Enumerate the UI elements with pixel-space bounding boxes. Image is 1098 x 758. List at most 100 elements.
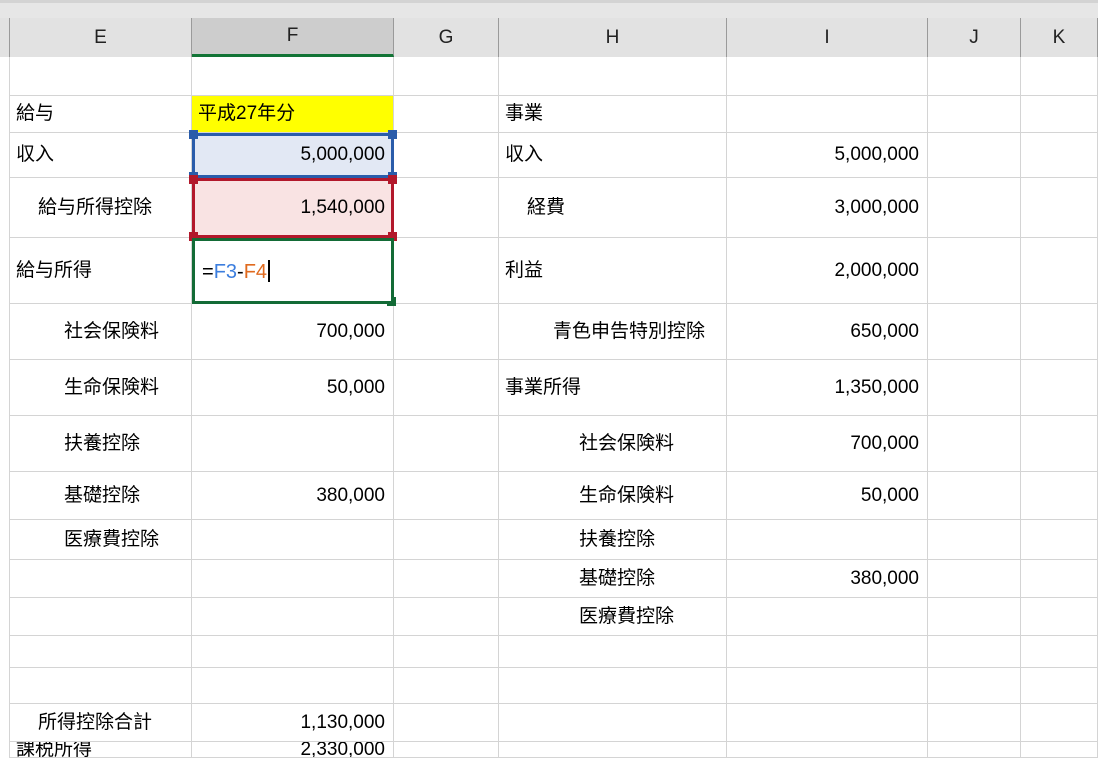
- cell-E2[interactable]: 給与: [10, 96, 192, 133]
- cell-F6[interactable]: 700,000: [192, 304, 394, 360]
- cell-I3[interactable]: 5,000,000: [727, 133, 928, 178]
- cell-J13[interactable]: [928, 636, 1021, 668]
- cell-K7[interactable]: [1021, 360, 1098, 416]
- cell-I2[interactable]: [727, 96, 928, 133]
- cell-I15[interactable]: [727, 704, 928, 742]
- cell-F10[interactable]: [192, 520, 394, 560]
- cell-E9[interactable]: 基礎控除: [10, 472, 192, 520]
- cell-K5[interactable]: [1021, 238, 1098, 304]
- cell-I16[interactable]: [727, 742, 928, 758]
- cell-H13[interactable]: [499, 636, 727, 668]
- cell-F2[interactable]: 平成27年分: [192, 96, 394, 133]
- cell-I10[interactable]: [727, 520, 928, 560]
- cell-K3[interactable]: [1021, 133, 1098, 178]
- cell-K1[interactable]: [1021, 57, 1098, 96]
- cell-H4[interactable]: 経費: [499, 178, 727, 238]
- cell-E13[interactable]: [10, 636, 192, 668]
- cell-H9[interactable]: 生命保険料: [499, 472, 727, 520]
- cell-G8[interactable]: [394, 416, 499, 472]
- cell-K11[interactable]: [1021, 560, 1098, 598]
- cell-G2[interactable]: [394, 96, 499, 133]
- column-header-k[interactable]: K: [1021, 18, 1098, 57]
- cell-G5[interactable]: [394, 238, 499, 304]
- cell-I8[interactable]: 700,000: [727, 416, 928, 472]
- cell-G3[interactable]: [394, 133, 499, 178]
- cell-H15[interactable]: [499, 704, 727, 742]
- cell-J11[interactable]: [928, 560, 1021, 598]
- cell-E4[interactable]: 給与所得控除: [10, 178, 192, 238]
- cell-J15[interactable]: [928, 704, 1021, 742]
- formula-editor-cell[interactable]: =F3-F4: [195, 241, 391, 301]
- cell-J8[interactable]: [928, 416, 1021, 472]
- cell-G13[interactable]: [394, 636, 499, 668]
- cell-H7[interactable]: 事業所得: [499, 360, 727, 416]
- cell-F4[interactable]: 1,540,000: [192, 178, 394, 238]
- cell-F8[interactable]: [192, 416, 394, 472]
- column-header-e[interactable]: E: [10, 18, 192, 57]
- cell-H14[interactable]: [499, 668, 727, 704]
- cell-J5[interactable]: [928, 238, 1021, 304]
- cell-F16[interactable]: 2,330,000: [192, 742, 394, 758]
- cell-E6[interactable]: 社会保険料: [10, 304, 192, 360]
- cell-I5[interactable]: 2,000,000: [727, 238, 928, 304]
- cell-I11[interactable]: 380,000: [727, 560, 928, 598]
- cell-E7[interactable]: 生命保険料: [10, 360, 192, 416]
- cell-J9[interactable]: [928, 472, 1021, 520]
- cell-I1[interactable]: [727, 57, 928, 96]
- cell-I14[interactable]: [727, 668, 928, 704]
- cell-J6[interactable]: [928, 304, 1021, 360]
- column-header-j[interactable]: J: [928, 18, 1021, 57]
- cell-G7[interactable]: [394, 360, 499, 416]
- cell-F15[interactable]: 1,130,000: [192, 704, 394, 742]
- spreadsheet-grid[interactable]: E F G H I J K 給与 収入 給与所得控除 給与所得 社会保険料 生命保険料 扶養…: [0, 0, 1098, 758]
- cell-K2[interactable]: [1021, 96, 1098, 133]
- cell-G10[interactable]: [394, 520, 499, 560]
- cell-I13[interactable]: [727, 636, 928, 668]
- cell-J12[interactable]: [928, 598, 1021, 636]
- cell-I6[interactable]: 650,000: [727, 304, 928, 360]
- cell-J14[interactable]: [928, 668, 1021, 704]
- cell-H1[interactable]: [499, 57, 727, 96]
- cell-G15[interactable]: [394, 704, 499, 742]
- cell-E11[interactable]: [10, 560, 192, 598]
- cell-E10[interactable]: 医療費控除: [10, 520, 192, 560]
- cell-H10[interactable]: 扶養控除: [499, 520, 727, 560]
- cell-H8[interactable]: 社会保険料: [499, 416, 727, 472]
- cell-K13[interactable]: [1021, 636, 1098, 668]
- cell-H16[interactable]: [499, 742, 727, 758]
- cell-J7[interactable]: [928, 360, 1021, 416]
- cell-H6[interactable]: 青色申告特別控除: [499, 304, 727, 360]
- cell-K8[interactable]: [1021, 416, 1098, 472]
- cell-G6[interactable]: [394, 304, 499, 360]
- column-header-h[interactable]: H: [499, 18, 727, 57]
- cell-E1[interactable]: [10, 57, 192, 96]
- cell-I4[interactable]: 3,000,000: [727, 178, 928, 238]
- cell-H11[interactable]: 基礎控除: [499, 560, 727, 598]
- column-header-g[interactable]: G: [394, 18, 499, 57]
- cell-G12[interactable]: [394, 598, 499, 636]
- cell-F3[interactable]: 5,000,000: [192, 133, 394, 178]
- cell-F13[interactable]: [192, 636, 394, 668]
- cell-G4[interactable]: [394, 178, 499, 238]
- cell-K4[interactable]: [1021, 178, 1098, 238]
- column-header-f[interactable]: F: [192, 18, 394, 57]
- cell-G11[interactable]: [394, 560, 499, 598]
- cell-K12[interactable]: [1021, 598, 1098, 636]
- cell-K10[interactable]: [1021, 520, 1098, 560]
- cell-F1[interactable]: [192, 57, 394, 96]
- cell-F7[interactable]: 50,000: [192, 360, 394, 416]
- cell-H3[interactable]: 収入: [499, 133, 727, 178]
- cell-J3[interactable]: [928, 133, 1021, 178]
- cell-E3[interactable]: 収入: [10, 133, 192, 178]
- cell-J4[interactable]: [928, 178, 1021, 238]
- cell-F11[interactable]: [192, 560, 394, 598]
- cell-K6[interactable]: [1021, 304, 1098, 360]
- cell-K9[interactable]: [1021, 472, 1098, 520]
- cell-E16[interactable]: 課税所得: [10, 742, 192, 758]
- cell-K15[interactable]: [1021, 704, 1098, 742]
- cell-G9[interactable]: [394, 472, 499, 520]
- cell-F14[interactable]: [192, 668, 394, 704]
- column-header-i[interactable]: I: [727, 18, 928, 57]
- cell-J16[interactable]: [928, 742, 1021, 758]
- cell-G1[interactable]: [394, 57, 499, 96]
